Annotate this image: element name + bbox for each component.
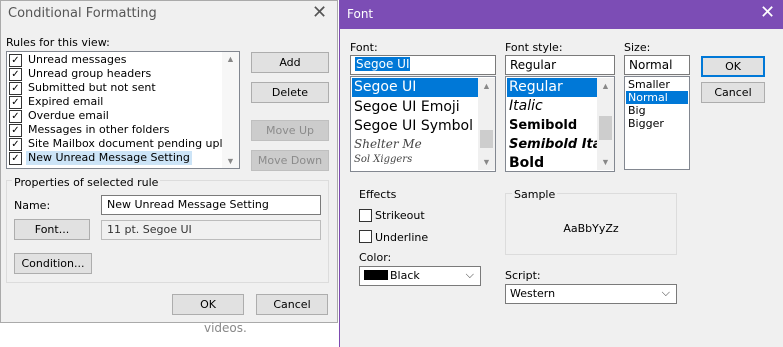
cf-dialog-title: Conditional Formatting: [8, 6, 157, 21]
font-style-input[interactable]: Regular: [505, 55, 615, 75]
strikeout-label: Strikeout: [375, 209, 425, 222]
font-style-list[interactable]: Regular Italic Semibold Semibold Italic …: [505, 76, 615, 172]
scroll-down-icon[interactable]: ▼: [222, 156, 239, 166]
rule-label: Overdue email: [28, 109, 109, 122]
font-list-item[interactable]: Segoe UI Emoji: [352, 98, 460, 117]
scroll-down-icon[interactable]: ▼: [478, 157, 495, 167]
size-item[interactable]: Bigger: [626, 117, 664, 130]
rule-label: Site Mailbox document pending uploa: [28, 137, 237, 150]
rule-label: Messages in other folders: [28, 123, 170, 136]
font-list-item[interactable]: Sol Xiggers: [352, 153, 412, 167]
rule-item-selected[interactable]: ✓ New Unread Message Setting: [8, 151, 239, 165]
font-name-input[interactable]: Segoe UI: [350, 55, 496, 75]
font-cancel-button[interactable]: Cancel: [701, 82, 765, 103]
rule-item[interactable]: ✓ Expired email: [8, 95, 239, 109]
font-name-value: Segoe UI: [355, 57, 411, 71]
font-style-item[interactable]: Regular: [507, 78, 597, 97]
size-list[interactable]: Smaller Normal Big Bigger: [624, 76, 690, 170]
delete-button[interactable]: Delete: [251, 82, 329, 103]
color-dropdown[interactable]: Black ⌵: [359, 266, 481, 286]
sample-text: AaBbYyZz: [563, 222, 619, 235]
font-dialog-title: Font: [347, 7, 374, 21]
properties-label: Properties of selected rule: [12, 176, 161, 189]
rule-checkbox[interactable]: ✓: [9, 152, 22, 165]
cf-close-icon[interactable]: ✕: [312, 2, 327, 23]
rule-item[interactable]: ✓ Site Mailbox document pending uploa: [8, 137, 239, 151]
scroll-thumb[interactable]: [599, 116, 612, 140]
rule-checkbox[interactable]: ✓: [9, 124, 22, 137]
font-style-item[interactable]: Bold: [507, 154, 544, 171]
effects-label: Effects: [359, 188, 397, 201]
add-button[interactable]: Add: [251, 52, 329, 73]
scroll-up-icon[interactable]: ▲: [478, 81, 495, 91]
rule-checkbox[interactable]: ✓: [9, 96, 22, 109]
font-style-item[interactable]: Semibold: [507, 116, 577, 135]
rule-item[interactable]: ✓ Unread messages: [8, 53, 239, 67]
font-button[interactable]: Font...: [14, 219, 90, 240]
rules-scrollbar[interactable]: ▲ ▼: [222, 52, 239, 168]
size-item[interactable]: Smaller: [626, 78, 670, 91]
color-label: Color:: [359, 251, 392, 264]
scroll-thumb[interactable]: [480, 130, 493, 148]
font-style-label: Font style:: [505, 41, 563, 54]
font-dialog-close-icon[interactable]: ✕: [760, 2, 775, 23]
size-input[interactable]: Normal: [624, 55, 690, 75]
font-list[interactable]: Segoe UI Segoe UI Emoji Segoe UI Symbol …: [350, 76, 496, 172]
scroll-up-icon[interactable]: ▲: [597, 81, 614, 91]
underline-label: Underline: [375, 231, 429, 244]
cf-ok-button[interactable]: OK: [172, 294, 244, 315]
underline-checkbox[interactable]: [359, 230, 372, 243]
rule-item[interactable]: ✓ Unread group headers: [8, 67, 239, 81]
font-style-scrollbar[interactable]: ▲ ▼: [597, 78, 614, 170]
font-list-item[interactable]: Shelter Me: [352, 136, 422, 153]
font-list-item[interactable]: Segoe UI: [352, 78, 478, 97]
script-value: Western: [510, 287, 556, 300]
cf-cancel-button[interactable]: Cancel: [256, 294, 328, 315]
font-label: Font:: [350, 41, 378, 54]
script-label: Script:: [505, 269, 541, 282]
rule-label: Unread group headers: [28, 67, 152, 80]
color-swatch: [364, 270, 388, 280]
move-up-button[interactable]: Move Up: [251, 120, 329, 141]
script-dropdown[interactable]: Western ⌵: [505, 284, 677, 304]
move-down-button[interactable]: Move Down: [251, 150, 329, 171]
rule-checkbox[interactable]: ✓: [9, 82, 22, 95]
font-ok-button[interactable]: OK: [701, 56, 765, 77]
condition-button[interactable]: Condition...: [14, 253, 92, 274]
chevron-down-icon: ⌵: [465, 268, 474, 281]
color-value: Black: [390, 269, 420, 282]
rule-checkbox[interactable]: ✓: [9, 110, 22, 123]
scroll-down-icon[interactable]: ▼: [597, 157, 614, 167]
font-dialog-titlebar: [339, 0, 783, 29]
font-display: 11 pt. Segoe UI: [101, 220, 321, 240]
rule-checkbox[interactable]: ✓: [9, 138, 22, 151]
name-label: Name:: [14, 199, 51, 212]
rule-name-input[interactable]: New Unread Message Setting: [101, 195, 321, 215]
rule-label: Unread messages: [28, 53, 127, 66]
rule-label: Submitted but not sent: [28, 81, 156, 94]
rules-list[interactable]: ✓ Unread messages ✓ Unread group headers ✓…: [6, 51, 240, 169]
scroll-up-icon[interactable]: ▲: [222, 54, 239, 64]
rule-item[interactable]: ✓ Overdue email: [8, 109, 239, 123]
rule-checkbox[interactable]: ✓: [9, 54, 22, 67]
font-style-item[interactable]: Italic: [507, 97, 543, 116]
strikeout-checkbox[interactable]: [359, 209, 372, 222]
size-item[interactable]: Big: [626, 104, 646, 117]
rules-label: Rules for this view:: [6, 36, 110, 49]
rule-label: New Unread Message Setting: [26, 151, 192, 165]
rule-item[interactable]: ✓ Submitted but not sent: [8, 81, 239, 95]
chevron-down-icon: ⌵: [661, 286, 670, 299]
background-text: videos.: [204, 321, 247, 335]
size-item[interactable]: Normal: [626, 91, 688, 104]
font-list-item[interactable]: Segoe UI Symbol: [352, 117, 473, 136]
sample-label: Sample: [512, 188, 558, 201]
font-list-scrollbar[interactable]: ▲ ▼: [478, 78, 495, 170]
rule-label: Expired email: [28, 95, 104, 108]
size-label: Size:: [624, 41, 651, 54]
rule-item[interactable]: ✓ Messages in other folders: [8, 123, 239, 137]
rule-checkbox[interactable]: ✓: [9, 68, 22, 81]
